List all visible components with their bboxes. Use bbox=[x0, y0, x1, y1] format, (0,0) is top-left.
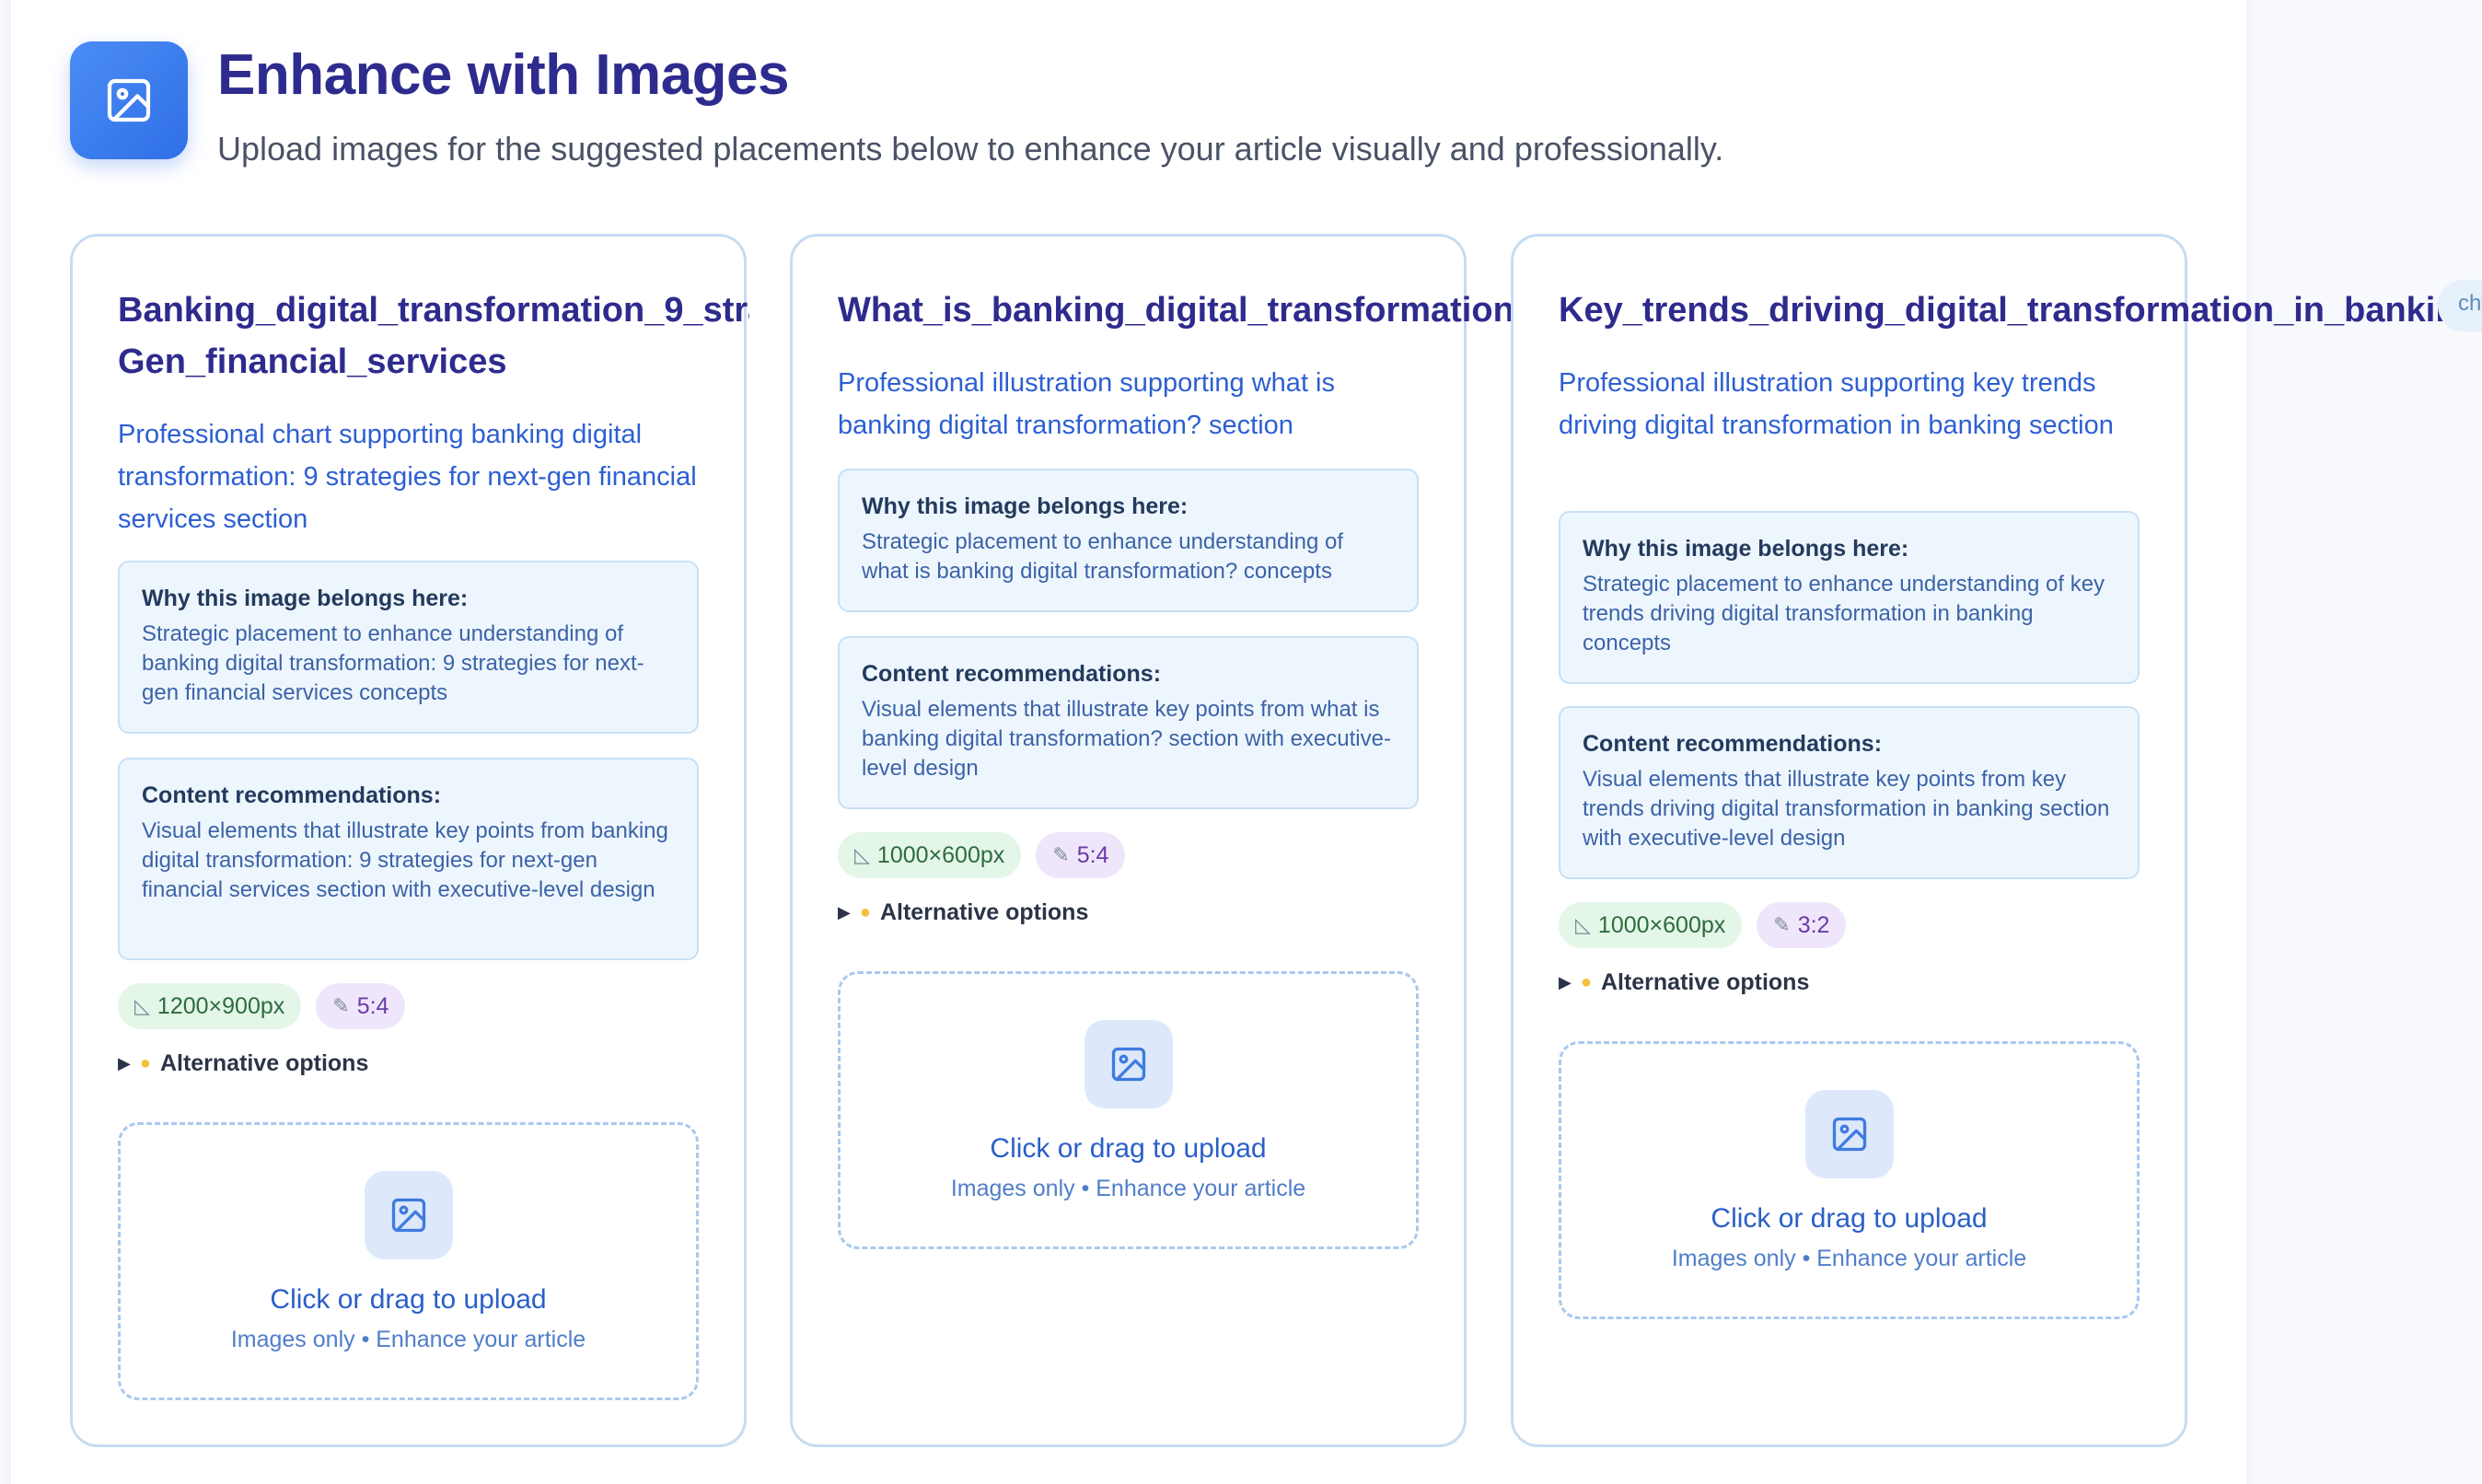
page-title: Enhance with Images bbox=[217, 43, 790, 107]
upload-cta: Click or drag to upload bbox=[270, 1284, 547, 1315]
ratio-value: 5:4 bbox=[1076, 841, 1109, 868]
why-label: Why this image belongs here: bbox=[1583, 536, 1909, 562]
lightbulb-icon: ● bbox=[139, 1052, 151, 1073]
size-value: 1200×900px bbox=[157, 992, 285, 1019]
ruler-triangle-icon: ◺ bbox=[134, 994, 150, 1017]
card-title-continuation: Gen_financial_services bbox=[118, 342, 507, 381]
recommendations-label: Content recommendations: bbox=[1583, 731, 1883, 757]
image-icon bbox=[1084, 1020, 1173, 1108]
ratio-chip: ✎ 3:2 bbox=[1757, 902, 1847, 948]
size-value: 1000×600px bbox=[1597, 911, 1726, 938]
triangle-right-icon: ▶ bbox=[838, 902, 851, 922]
card-description: Professional chart supporting banking di… bbox=[118, 420, 697, 534]
size-value: 1000×600px bbox=[876, 841, 1005, 868]
recommendations-text: Visual elements that illustrate key poin… bbox=[1583, 767, 2110, 851]
image-icon bbox=[70, 41, 188, 159]
card-description: Professional illustration supporting wha… bbox=[838, 368, 1335, 440]
image-placement-card: Key_trends_driving_digital_transformatio… bbox=[1511, 234, 2478, 1447]
upload-dropzone[interactable]: Click or drag to upload Images only • En… bbox=[118, 1122, 699, 1400]
overflow-badge: ch bbox=[2438, 280, 2482, 331]
size-chip: ◺ 1000×600px bbox=[838, 832, 1022, 878]
alternative-options-toggle[interactable]: ▶ ● Alternative options bbox=[1559, 964, 1809, 1001]
upload-hint: Images only • Enhance your article bbox=[1671, 1246, 2027, 1271]
ratio-value: 3:2 bbox=[1797, 911, 1830, 938]
lightbulb-icon: ● bbox=[859, 901, 871, 922]
why-text: Strategic placement to enhance understan… bbox=[1583, 572, 2105, 655]
upload-cta: Click or drag to upload bbox=[1711, 1203, 1988, 1234]
ruler-triangle-icon: ◺ bbox=[854, 843, 870, 866]
card-description: Professional illustration supporting key… bbox=[1559, 368, 2114, 440]
why-label: Why this image belongs here: bbox=[142, 585, 469, 611]
recommendations-box: Content recommendations: Visual elements… bbox=[838, 636, 1419, 809]
recommendations-text: Visual elements that illustrate key poin… bbox=[142, 818, 668, 902]
ruler-icon: ✎ bbox=[1773, 913, 1791, 936]
ratio-value: 5:4 bbox=[356, 992, 389, 1019]
ruler-icon: ✎ bbox=[1052, 843, 1070, 866]
upload-dropzone[interactable]: Click or drag to upload Images only • En… bbox=[1559, 1041, 2140, 1319]
why-box: Why this image belongs here: Strategic p… bbox=[838, 469, 1419, 612]
alternative-options-toggle[interactable]: ▶ ● Alternative options bbox=[838, 894, 1088, 931]
image-icon bbox=[364, 1171, 453, 1259]
upload-dropzone[interactable]: Click or drag to upload Images only • En… bbox=[838, 971, 1419, 1249]
upload-hint: Images only • Enhance your article bbox=[950, 1176, 1306, 1201]
why-text: Strategic placement to enhance understan… bbox=[142, 621, 644, 705]
image-icon bbox=[1804, 1090, 1894, 1178]
ruler-triangle-icon: ◺ bbox=[1575, 913, 1591, 936]
recommendations-box: Content recommendations: Visual elements… bbox=[1559, 706, 2140, 879]
why-text: Strategic placement to enhance understan… bbox=[862, 529, 1344, 584]
card-title: Key_trends_driving_digital_transformatio… bbox=[1559, 291, 2478, 330]
recommendations-box: Content recommendations: Visual elements… bbox=[118, 758, 699, 960]
alternative-options-label: Alternative options bbox=[159, 1049, 369, 1076]
page-subtitle: Upload images for the suggested placemen… bbox=[217, 130, 1724, 168]
ratio-chip: ✎ 5:4 bbox=[1036, 832, 1126, 878]
card-title: What_is_banking_digital_transformation? bbox=[838, 291, 1536, 330]
recommendations-label: Content recommendations: bbox=[142, 783, 442, 808]
alternative-options-label: Alternative options bbox=[1600, 968, 1810, 995]
spec-chips: ◺ 1000×600px ✎ 3:2 bbox=[1559, 902, 1847, 948]
triangle-right-icon: ▶ bbox=[118, 1053, 131, 1072]
spec-chips: ◺ 1000×600px ✎ 5:4 bbox=[838, 832, 1126, 878]
upload-cta: Click or drag to upload bbox=[990, 1133, 1267, 1164]
ruler-icon: ✎ bbox=[332, 994, 350, 1017]
why-box: Why this image belongs here: Strategic p… bbox=[118, 561, 699, 734]
page-header: Enhance with Images Upload images for th… bbox=[70, 41, 2187, 170]
alternative-options-toggle[interactable]: ▶ ● Alternative options bbox=[118, 1045, 368, 1082]
size-chip: ◺ 1000×600px bbox=[1559, 902, 1743, 948]
ratio-chip: ✎ 5:4 bbox=[316, 983, 406, 1029]
spec-chips: ◺ 1200×900px ✎ 5:4 bbox=[118, 983, 406, 1029]
recommendations-label: Content recommendations: bbox=[862, 661, 1162, 687]
card-title: Banking_digital_transformation_9_strateg bbox=[118, 291, 749, 330]
size-chip: ◺ 1200×900px bbox=[118, 983, 302, 1029]
lightbulb-icon: ● bbox=[1580, 971, 1592, 992]
image-placement-card: What_is_banking_digital_transformation? … bbox=[790, 234, 1536, 1447]
why-box: Why this image belongs here: Strategic p… bbox=[1559, 511, 2140, 684]
alternative-options-label: Alternative options bbox=[879, 899, 1089, 925]
image-placement-card: Banking_digital_transformation_9_strateg… bbox=[70, 234, 749, 1447]
triangle-right-icon: ▶ bbox=[1559, 972, 1572, 991]
recommendations-text: Visual elements that illustrate key poin… bbox=[862, 697, 1391, 781]
why-label: Why this image belongs here: bbox=[862, 493, 1189, 519]
upload-hint: Images only • Enhance your article bbox=[230, 1327, 586, 1352]
